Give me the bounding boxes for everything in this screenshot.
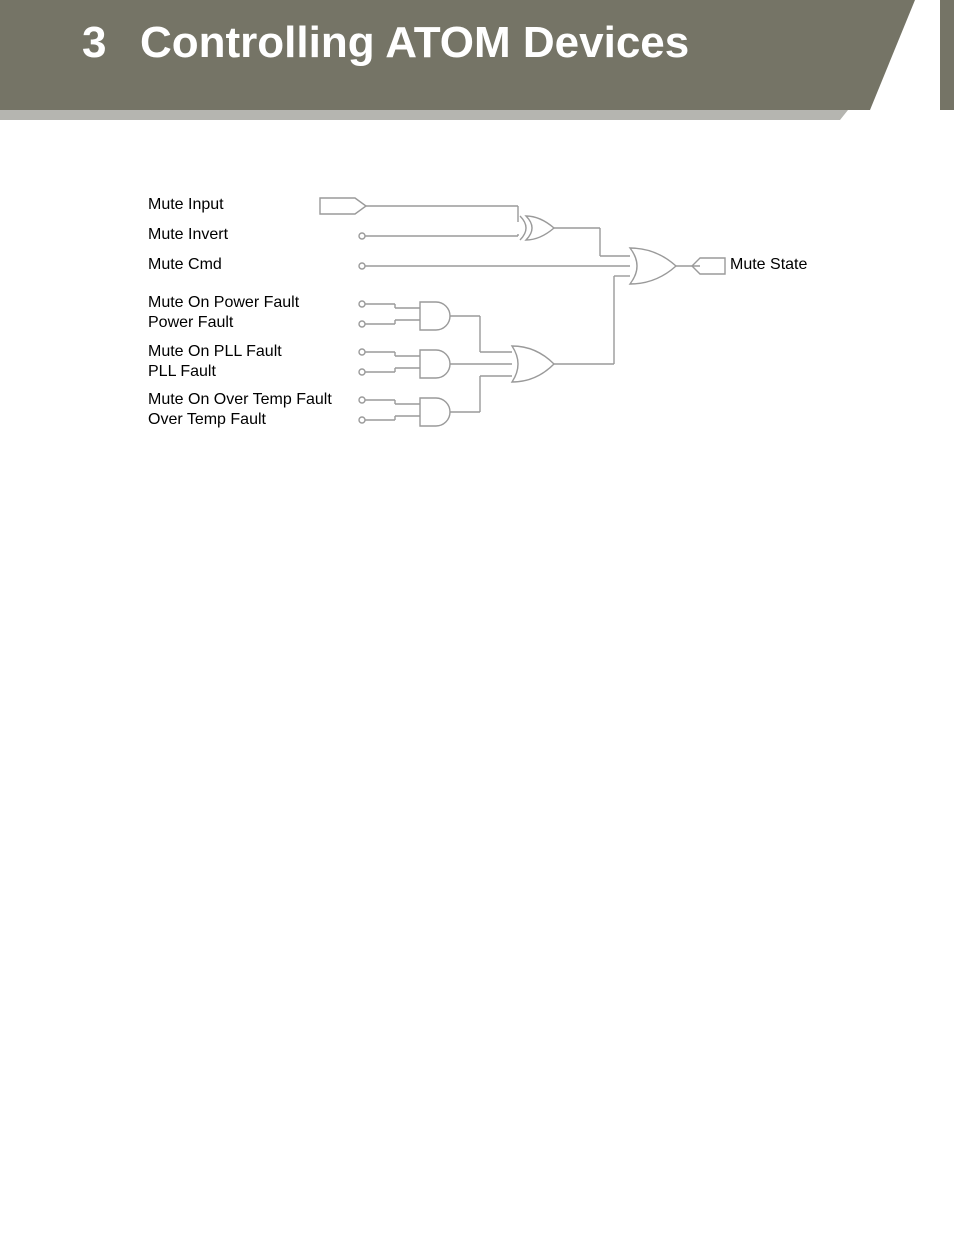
gate-xor: [520, 216, 554, 240]
gate-or-final: [630, 248, 676, 284]
pin-in-mute-input: [320, 198, 366, 214]
logic-svg: [140, 190, 840, 450]
chapter-number: 3: [82, 18, 106, 68]
chapter-title: Controlling ATOM Devices: [140, 18, 689, 68]
gate-and-power: [420, 302, 450, 330]
gate-or-faults: [512, 346, 554, 382]
banner-slant: [870, 0, 915, 110]
banner-underline-slant: [840, 110, 848, 120]
mute-logic-diagram: Mute Input Mute Invert Mute Cmd Mute On …: [140, 190, 840, 450]
gate-and-pll: [420, 350, 450, 378]
banner-underline: [0, 110, 840, 120]
gate-and-overtemp: [420, 398, 450, 426]
banner-right-strip: [940, 0, 954, 110]
